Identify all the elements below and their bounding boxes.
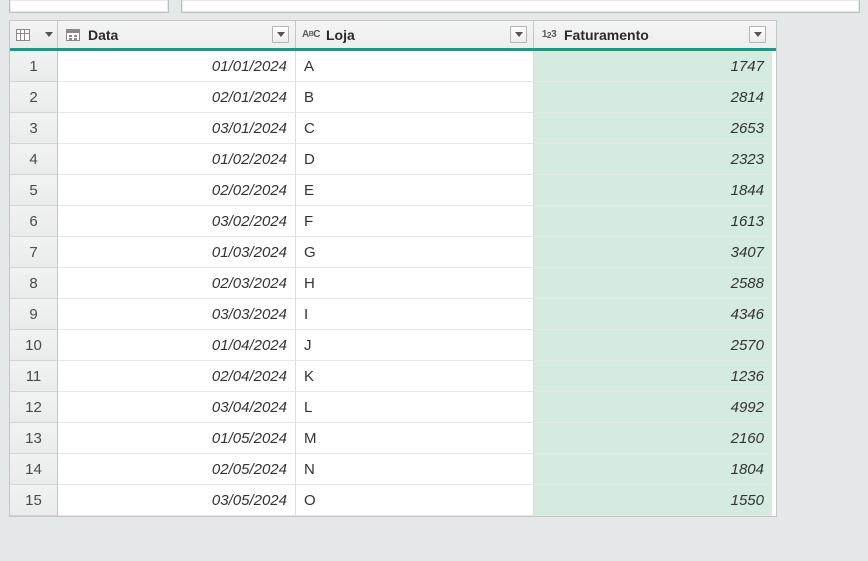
row-number[interactable]: 12 (10, 392, 58, 423)
cell-loja[interactable]: K (296, 361, 534, 392)
cell-loja[interactable]: I (296, 299, 534, 330)
table-row[interactable]: 202/01/2024B2814 (10, 82, 776, 113)
column-header-loja[interactable]: ABC Loja (296, 21, 534, 48)
table-row[interactable]: 903/03/2024I4346 (10, 299, 776, 330)
cell-loja[interactable]: N (296, 454, 534, 485)
table-row[interactable]: 802/03/2024H2588 (10, 268, 776, 299)
cell-faturamento[interactable]: 1550 (534, 485, 772, 516)
row-number[interactable]: 7 (10, 237, 58, 268)
cell-loja[interactable]: G (296, 237, 534, 268)
cell-faturamento[interactable]: 2588 (534, 268, 772, 299)
row-number[interactable]: 1 (10, 51, 58, 82)
cell-data[interactable]: 02/01/2024 (58, 82, 296, 113)
row-number[interactable]: 5 (10, 175, 58, 206)
row-number[interactable]: 10 (10, 330, 58, 361)
column-header-label: Loja (326, 27, 355, 43)
filter-dropdown-button[interactable] (749, 26, 766, 43)
row-number[interactable]: 6 (10, 206, 58, 237)
table-row[interactable]: 603/02/2024F1613 (10, 206, 776, 237)
data-grid: Data ABC Loja 123 Faturamento 101/01/202… (9, 20, 777, 517)
number-type-icon: 123 (540, 26, 558, 44)
column-header-label: Faturamento (564, 27, 649, 43)
panel-fragment-right (181, 0, 860, 13)
cell-loja[interactable]: D (296, 144, 534, 175)
panel-fragment-left (9, 0, 169, 13)
cell-data[interactable]: 01/03/2024 (58, 237, 296, 268)
cell-loja[interactable]: J (296, 330, 534, 361)
cell-loja[interactable]: O (296, 485, 534, 516)
row-number[interactable]: 13 (10, 423, 58, 454)
cell-faturamento[interactable]: 1804 (534, 454, 772, 485)
table-row[interactable]: 1102/04/2024K1236 (10, 361, 776, 392)
table-row[interactable]: 1001/04/2024J2570 (10, 330, 776, 361)
table-row[interactable]: 1402/05/2024N1804 (10, 454, 776, 485)
row-number[interactable]: 9 (10, 299, 58, 330)
text-type-icon: ABC (302, 26, 320, 44)
cell-loja[interactable]: H (296, 268, 534, 299)
cell-data[interactable]: 03/03/2024 (58, 299, 296, 330)
column-header-data[interactable]: Data (58, 21, 296, 48)
cell-loja[interactable]: B (296, 82, 534, 113)
header-row: Data ABC Loja 123 Faturamento (10, 21, 776, 51)
cell-data[interactable]: 03/04/2024 (58, 392, 296, 423)
row-number[interactable]: 11 (10, 361, 58, 392)
row-number[interactable]: 3 (10, 113, 58, 144)
table-row[interactable]: 101/01/2024A1747 (10, 51, 776, 82)
select-all-corner[interactable] (10, 21, 58, 48)
cell-data[interactable]: 02/05/2024 (58, 454, 296, 485)
row-number[interactable]: 4 (10, 144, 58, 175)
table-row[interactable]: 701/03/2024G3407 (10, 237, 776, 268)
cell-faturamento[interactable]: 4992 (534, 392, 772, 423)
cell-faturamento[interactable]: 2160 (534, 423, 772, 454)
table-row[interactable]: 1503/05/2024O1550 (10, 485, 776, 516)
table-row[interactable]: 303/01/2024C2653 (10, 113, 776, 144)
column-header-faturamento[interactable]: 123 Faturamento (534, 21, 772, 48)
cell-faturamento[interactable]: 1844 (534, 175, 772, 206)
cell-faturamento[interactable]: 1236 (534, 361, 772, 392)
chevron-down-icon (45, 32, 53, 37)
cell-data[interactable]: 02/02/2024 (58, 175, 296, 206)
cell-loja[interactable]: C (296, 113, 534, 144)
cell-data[interactable]: 01/04/2024 (58, 330, 296, 361)
cell-loja[interactable]: L (296, 392, 534, 423)
cell-data[interactable]: 03/05/2024 (58, 485, 296, 516)
cell-data[interactable]: 02/03/2024 (58, 268, 296, 299)
cell-data[interactable]: 03/01/2024 (58, 113, 296, 144)
row-number[interactable]: 14 (10, 454, 58, 485)
cell-data[interactable]: 01/02/2024 (58, 144, 296, 175)
cell-faturamento[interactable]: 2570 (534, 330, 772, 361)
row-number[interactable]: 2 (10, 82, 58, 113)
table-row[interactable]: 1203/04/2024L4992 (10, 392, 776, 423)
cell-loja[interactable]: F (296, 206, 534, 237)
row-number[interactable]: 15 (10, 485, 58, 516)
table-row[interactable]: 1301/05/2024M2160 (10, 423, 776, 454)
cell-faturamento[interactable]: 3407 (534, 237, 772, 268)
cell-data[interactable]: 02/04/2024 (58, 361, 296, 392)
cell-data[interactable]: 03/02/2024 (58, 206, 296, 237)
cell-data[interactable]: 01/05/2024 (58, 423, 296, 454)
table-row[interactable]: 502/02/2024E1844 (10, 175, 776, 206)
cell-faturamento[interactable]: 2814 (534, 82, 772, 113)
column-header-label: Data (88, 27, 118, 43)
cell-faturamento[interactable]: 2653 (534, 113, 772, 144)
cell-faturamento[interactable]: 1747 (534, 51, 772, 82)
filter-dropdown-button[interactable] (272, 26, 289, 43)
cell-faturamento[interactable]: 4346 (534, 299, 772, 330)
cell-data[interactable]: 01/01/2024 (58, 51, 296, 82)
table-icon (14, 26, 32, 44)
filter-dropdown-button[interactable] (510, 26, 527, 43)
rows-container: 101/01/2024A1747202/01/2024B2814303/01/2… (10, 51, 776, 516)
row-number[interactable]: 8 (10, 268, 58, 299)
calendar-icon (64, 26, 82, 44)
table-row[interactable]: 401/02/2024D2323 (10, 144, 776, 175)
cell-loja[interactable]: E (296, 175, 534, 206)
cell-loja[interactable]: M (296, 423, 534, 454)
cell-loja[interactable]: A (296, 51, 534, 82)
cell-faturamento[interactable]: 2323 (534, 144, 772, 175)
cell-faturamento[interactable]: 1613 (534, 206, 772, 237)
